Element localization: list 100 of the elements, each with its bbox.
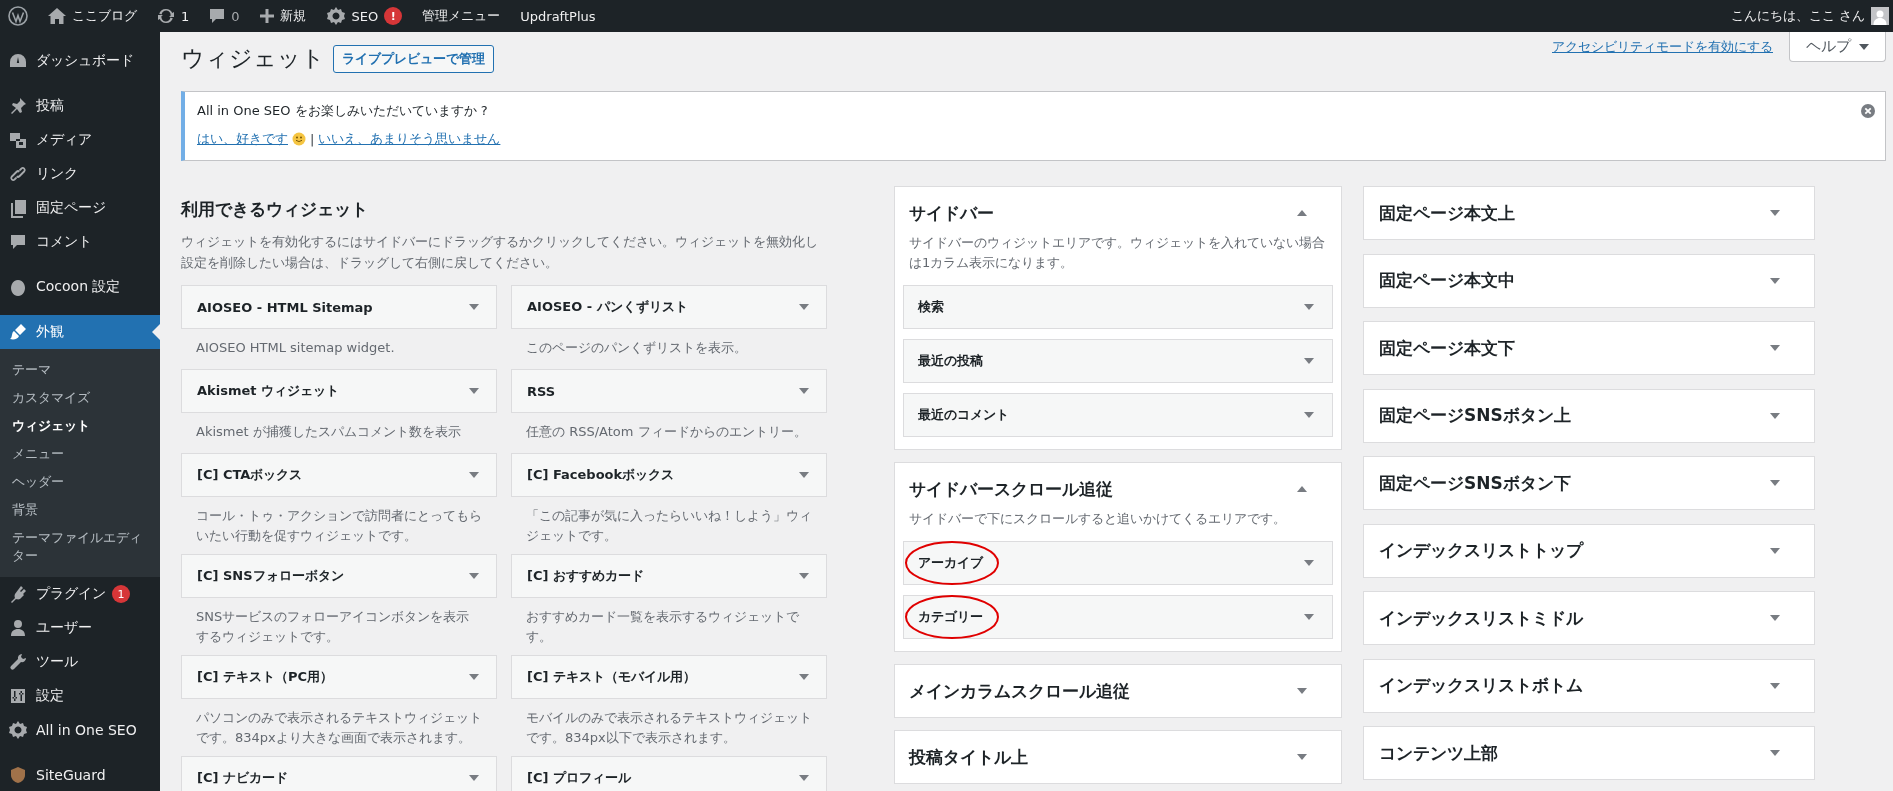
widget-item[interactable]: AIOSEO - パンくずリスト (511, 285, 827, 329)
widget-item[interactable]: Akismet ウィジェット (181, 369, 497, 413)
caret-down-icon[interactable] (1304, 614, 1314, 620)
caret-down-icon[interactable] (469, 775, 479, 781)
widget-item[interactable]: [C] プロフィール (511, 756, 827, 791)
caret-down-icon[interactable] (1304, 304, 1314, 310)
submenu-item[interactable]: 背景 (0, 496, 160, 524)
account-link[interactable]: こんにちは、ここ さん (1720, 0, 1893, 32)
caret-up-icon[interactable] (1297, 210, 1307, 216)
caret-down-icon[interactable] (1304, 560, 1314, 566)
logo-icon[interactable] (8, 6, 28, 26)
widget-area-title: 固定ページ本文上 (1379, 201, 1515, 225)
widget-item[interactable]: 最近のコメント (903, 393, 1333, 437)
section-heading: 利用できるウィジェット (181, 198, 369, 221)
widget-item[interactable]: アーカイブ (903, 541, 1333, 585)
submenu-item[interactable]: カスタマイズ (0, 384, 160, 412)
close-icon[interactable] (1861, 104, 1875, 118)
menu-item[interactable]: Cocoon 設定 (0, 270, 160, 304)
widget-item[interactable]: RSS (511, 369, 827, 413)
widget-description: SNSサービスのフォローアイコンボタンを表示するウィジェットです。 (195, 608, 471, 646)
submenu-item[interactable]: テーマファイルエディター (0, 524, 160, 570)
caret-down-icon[interactable] (469, 674, 479, 680)
caret-down-icon[interactable] (799, 304, 809, 310)
menu-item[interactable]: ダッシュボード (0, 44, 160, 78)
caret-down-icon[interactable] (1770, 682, 1780, 689)
menu-item[interactable]: All in One SEO (0, 713, 160, 747)
menu-item[interactable]: 固定ページ (0, 191, 160, 225)
caret-down-icon[interactable] (1297, 754, 1307, 760)
menu-item[interactable]: プラグイン 1 (0, 577, 160, 611)
widget-title: カテゴリー (918, 608, 983, 626)
caret-down-icon[interactable] (1770, 412, 1780, 419)
widget-area-title: 固定ページ本文中 (1379, 269, 1515, 292)
home-icon (48, 8, 66, 24)
caret-down-icon[interactable] (799, 775, 809, 781)
site-link[interactable]: ここブログ (38, 0, 147, 32)
menu-item[interactable]: リンク (0, 157, 160, 191)
submenu-item[interactable]: ヘッダー (0, 468, 160, 496)
submenu-item[interactable]: ウィジェット (0, 412, 160, 440)
live-preview-button[interactable]: ライブプレビューで管理 (333, 44, 494, 73)
widget-item[interactable]: カテゴリー (903, 595, 1333, 639)
caret-down-icon[interactable] (799, 472, 809, 478)
menu-item[interactable]: SiteGuard (0, 758, 160, 791)
menu-item[interactable]: 投稿 (0, 89, 160, 123)
menu-item[interactable]: ユーザー (0, 611, 160, 645)
caret-down-icon[interactable] (799, 388, 809, 394)
widget-description: パソコンのみで表示されるテキストウィジェットです。834pxより大きな画面で表示されます。 (195, 709, 483, 747)
menu-item[interactable]: 設定 (0, 679, 160, 713)
widget-title: [C] テキスト（モバイル用） (527, 668, 696, 686)
caret-down-icon[interactable] (1770, 547, 1780, 554)
widget-item[interactable]: [C] SNSフォローボタン (181, 554, 497, 598)
yes-link[interactable]: はい、好きです (197, 130, 288, 148)
no-link[interactable]: いいえ、あまりそう思いません (318, 130, 501, 148)
widget-title: AIOSEO - HTML Sitemap (197, 299, 373, 315)
help-button[interactable]: ヘルプ (1789, 32, 1886, 62)
caret-down-icon[interactable] (799, 573, 809, 579)
widget-item[interactable]: 最近の投稿 (903, 339, 1333, 383)
widget-item[interactable]: [C] おすすめカード (511, 554, 827, 598)
widget-item[interactable]: [C] ナビカード (181, 756, 497, 791)
widget-description: 任意の RSS/Atom フィードからのエントリー。 (525, 423, 808, 441)
caret-down-icon[interactable] (469, 573, 479, 579)
caret-down-icon[interactable] (469, 388, 479, 394)
widget-item[interactable]: [C] テキスト（モバイル用） (511, 655, 827, 699)
widget-item[interactable]: [C] CTAボックス (181, 453, 497, 497)
caret-down-icon[interactable] (799, 674, 809, 680)
menu-link[interactable]: 管理メニュー (412, 0, 511, 32)
submenu-item[interactable]: メニュー (0, 440, 160, 468)
caret-up-icon[interactable] (1297, 486, 1307, 492)
widget-area-title: 投稿タイトル上 (909, 745, 1028, 769)
caret-down-icon[interactable] (1304, 358, 1314, 364)
caret-down-icon[interactable] (1770, 345, 1780, 351)
menu-link[interactable]: UpdraftPlus (510, 0, 606, 32)
caret-down-icon[interactable] (1770, 750, 1780, 756)
caret-down-icon[interactable] (1304, 412, 1314, 418)
caret-down-icon[interactable] (469, 304, 479, 310)
updates-link[interactable]: 1 (147, 0, 200, 32)
caret-down-icon[interactable] (1770, 480, 1780, 486)
widget-area-title: コンテンツ上部 (1379, 741, 1498, 765)
comments-link[interactable]: 0 (199, 0, 250, 32)
submenu-item[interactable]: テーマ (0, 356, 160, 384)
caret-down-icon[interactable] (469, 472, 479, 478)
pages-icon (8, 198, 28, 218)
caret-down-icon[interactable] (1770, 615, 1780, 621)
widget-item[interactable]: [C] テキスト（PC用） (181, 655, 497, 699)
widget-item[interactable]: 検索 (903, 285, 1333, 329)
widget-area-title: インデックスリストボトム (1379, 674, 1583, 697)
menu-item[interactable]: メディア (0, 123, 160, 157)
menu-item[interactable]: 外観 (0, 315, 160, 349)
new-link[interactable]: 新規 (249, 0, 316, 32)
menu-item[interactable]: コメント (0, 225, 160, 259)
accessibility-link[interactable]: アクセシビリティモードを有効にする (1552, 38, 1773, 56)
menu-item[interactable]: ツール (0, 645, 160, 679)
widget-title: [C] ナビカード (197, 769, 288, 787)
sliders-icon (8, 686, 28, 706)
caret-down-icon[interactable] (1297, 688, 1307, 694)
caret-down-icon[interactable] (1770, 277, 1780, 284)
widget-item[interactable]: [C] Facebookボックス (511, 453, 827, 497)
seo-link[interactable]: SEO ! (315, 0, 413, 32)
caret-down-icon (1859, 43, 1869, 50)
caret-down-icon[interactable] (1770, 210, 1780, 216)
widget-item[interactable]: AIOSEO - HTML Sitemap (181, 285, 497, 329)
